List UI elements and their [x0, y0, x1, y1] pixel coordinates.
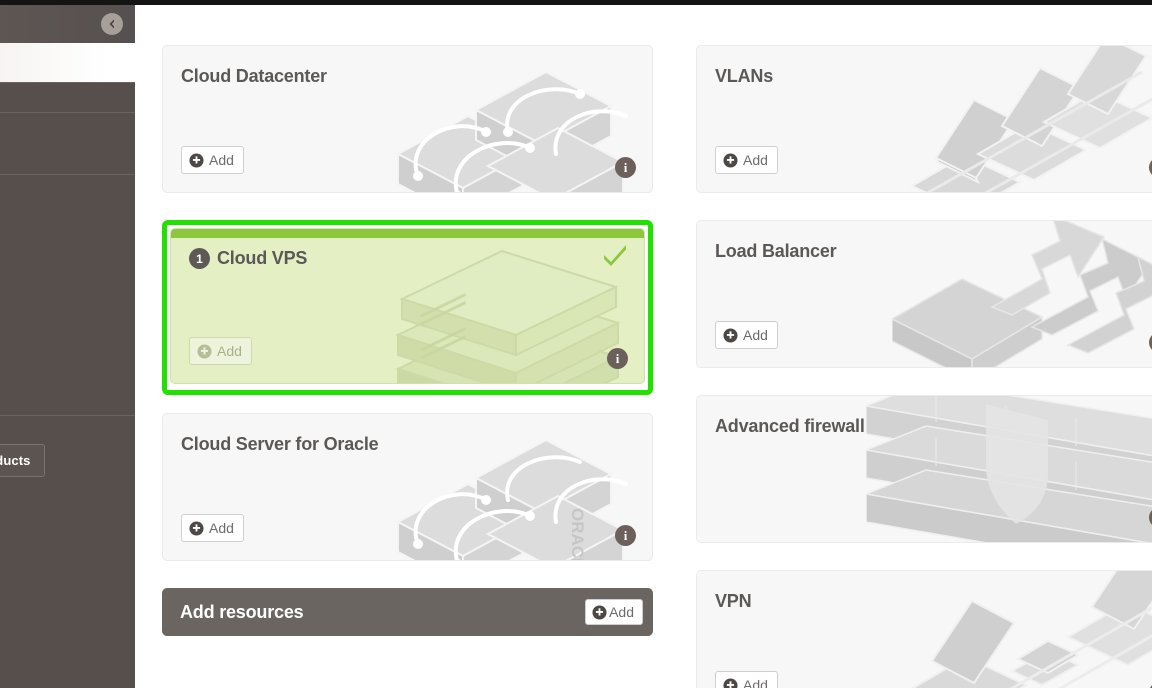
card-title: Cloud VPS: [217, 248, 308, 268]
plus-circle-icon: [189, 152, 204, 168]
card-artwork-oracle-server-rack: ORACLE: [352, 414, 652, 560]
svg-text:ORACLE: ORACLE: [568, 508, 587, 560]
sidebar: rd nses e products: [0, 5, 135, 688]
add-resources-bar[interactable]: Add resources Add: [162, 588, 653, 636]
card-artwork-stacked-servers: [344, 229, 644, 383]
add-button[interactable]: Add: [715, 671, 778, 688]
add-button[interactable]: Add: [181, 514, 244, 542]
plus-circle-icon: [197, 343, 212, 359]
sidebar-brand-strip: [0, 43, 135, 82]
plus-circle-icon: [723, 152, 738, 168]
add-button: Add: [189, 337, 252, 365]
app-root: rd nses e products Cloud Datacenter: [0, 0, 1152, 688]
add-button-label: Add: [743, 152, 768, 168]
sidebar-item-licenses[interactable]: nses: [0, 175, 135, 415]
card-artwork-laptops-connected: [886, 571, 1152, 688]
sidebar-item-dashboard[interactable]: rd: [0, 113, 135, 174]
card-title: VLANs: [715, 66, 774, 86]
product-card-cloud-server-for-oracle[interactable]: Cloud Server for Oracle ORACLE Add i: [162, 413, 653, 561]
add-button-label: Add: [743, 327, 768, 343]
product-card-grid: Cloud Datacenter Add i 1 Cloud VPS Add i…: [162, 45, 1152, 688]
product-card-load-balancer[interactable]: Load Balancer Add: [696, 220, 1152, 368]
card-artwork-branching-arrows: [886, 221, 1152, 367]
sidebar-section-top: [0, 82, 135, 112]
sidebar-section-products: e products: [0, 415, 135, 526]
add-button[interactable]: Add: [715, 146, 778, 174]
sidebar-item-blank[interactable]: [0, 83, 135, 112]
product-card-advanced-firewall[interactable]: Advanced firewall: [696, 395, 1152, 543]
check-mark-icon: [604, 245, 626, 266]
right-column: VLANs Add Load Balancer Add Advanced fir…: [696, 45, 1152, 688]
plus-circle-icon: [592, 604, 607, 620]
plus-circle-icon: [723, 677, 738, 688]
card-title: Load Balancer: [715, 241, 837, 261]
sidebar-products-row: e products: [0, 416, 135, 526]
product-card-vlans[interactable]: VLANs Add: [696, 45, 1152, 193]
card-artwork-laptops-row: [886, 46, 1152, 192]
add-button[interactable]: Add: [181, 146, 244, 174]
sidebar-section-dashboard: rd: [0, 112, 135, 174]
card-artwork-server-rack-cabled: [352, 46, 652, 192]
left-column: Cloud Datacenter Add i 1 Cloud VPS Add i…: [162, 45, 653, 688]
card-title: Cloud Datacenter: [181, 66, 327, 86]
sidebar-collapse-button[interactable]: [101, 13, 123, 35]
add-button[interactable]: Add: [715, 321, 778, 349]
card-quantity-badge: 1: [189, 248, 210, 269]
card-selected-topbar: [171, 229, 644, 238]
add-button-label: Add: [743, 677, 768, 688]
plus-circle-icon: [723, 327, 738, 343]
product-card-wrapper-cloud-vps: 1 Cloud VPS Add i: [162, 220, 653, 395]
info-icon[interactable]: i: [615, 157, 636, 178]
product-card-cloud-vps[interactable]: 1 Cloud VPS Add i: [170, 228, 645, 384]
card-title: Advanced firewall: [715, 416, 865, 436]
chevron-left-icon: [109, 19, 114, 29]
card-title: VPN: [715, 591, 752, 611]
product-card-cloud-datacenter[interactable]: Cloud Datacenter Add i: [162, 45, 653, 193]
sidebar-header: [0, 5, 135, 43]
add-button-label: Add: [209, 152, 234, 168]
plus-circle-icon: [189, 520, 204, 536]
product-card-vpn[interactable]: VPN Add: [696, 570, 1152, 688]
card-artwork-brick-wall-shield: [826, 396, 1152, 542]
add-button-label: Add: [209, 520, 234, 536]
info-icon[interactable]: i: [615, 525, 636, 546]
info-icon[interactable]: i: [607, 348, 628, 369]
sidebar-section-licenses: nses: [0, 174, 135, 415]
add-resources-button[interactable]: Add: [585, 599, 643, 625]
add-button-label: Add: [217, 343, 242, 359]
add-resources-title: Add resources: [180, 601, 304, 622]
sidebar-products-button[interactable]: e products: [0, 444, 46, 477]
main-content: Cloud Datacenter Add i 1 Cloud VPS Add i…: [135, 5, 1152, 688]
add-resources-button-label: Add: [609, 604, 634, 620]
card-title: Cloud Server for Oracle: [181, 434, 379, 454]
